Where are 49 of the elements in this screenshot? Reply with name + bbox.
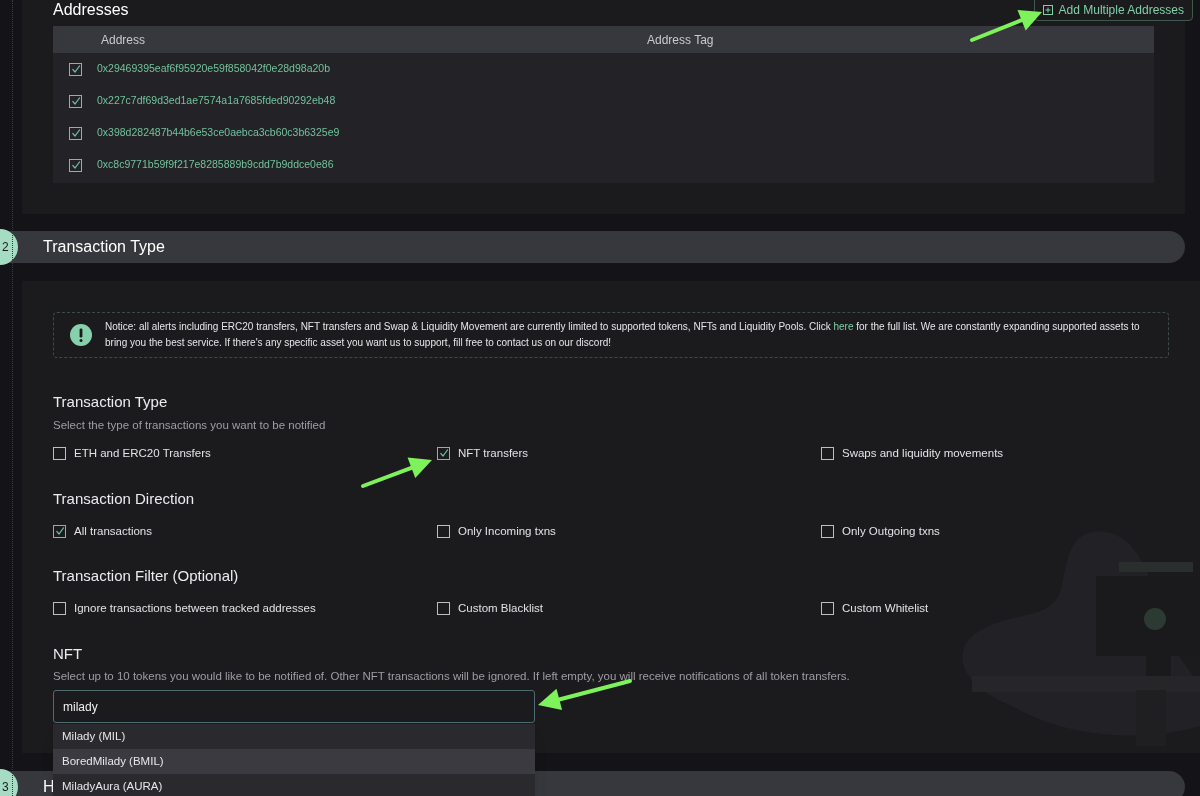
checkbox-label: Only Incoming txns <box>458 524 556 538</box>
hint-text: Select the type of transactions you want to be notified <box>53 418 327 432</box>
checkbox[interactable] <box>437 524 450 538</box>
address-cell: 0x29469395eaf6f95920e59f858042f0e28d98a20b <box>97 61 330 77</box>
checkbox[interactable] <box>53 601 66 615</box>
checkbox[interactable] <box>437 446 450 460</box>
column-header: Address Tag <box>647 31 714 49</box>
search-field[interactable]: milady <box>53 690 535 723</box>
annotation-arrow <box>970 9 1042 42</box>
checkbox[interactable] <box>69 94 82 108</box>
checkbox[interactable] <box>437 601 450 615</box>
checkbox[interactable] <box>821 601 834 615</box>
checkbox[interactable] <box>53 524 66 538</box>
checkbox[interactable] <box>821 446 834 460</box>
group-heading: Transaction Type <box>53 393 169 411</box>
dropdown-item[interactable]: MiladyAura (AURA) <box>53 774 535 796</box>
group-heading: NFT <box>53 645 84 663</box>
checkbox[interactable] <box>69 158 82 172</box>
section-title: H <box>43 777 55 796</box>
checkbox-label: Ignore transactions between tracked addresses <box>74 601 316 615</box>
dropdown-item[interactable]: Milady (MIL) <box>53 724 535 749</box>
checkbox-label: ETH and ERC20 Transfers <box>74 446 211 460</box>
column-header: Address <box>101 31 147 49</box>
section-title: Transaction Type <box>43 237 165 257</box>
annotation-arrow <box>361 457 432 488</box>
notice-text: Notice: all alerts including ERC20 transfers, NFT transfers and Swap & Liquidity Movement are currently limited to supported tokens, NFTs and Liquidity Pools. Click here for the full list. We are constantly expanding supported assets to bring you the best service. If there's any specific asset you want us to support, fill free to contact us on our discord! <box>105 320 1141 350</box>
checkbox[interactable] <box>69 126 82 140</box>
add-multiple-addresses-button[interactable]: Add Multiple Addresses <box>1033 0 1193 21</box>
checkbox-label: Only Outgoing txns <box>842 524 940 538</box>
section-title: Addresses <box>53 0 129 20</box>
checkbox-label: Swaps and liquidity movements <box>842 446 1004 460</box>
group-heading: Transaction Filter (Optional) <box>53 567 240 585</box>
checkbox-label: All transactions <box>74 524 152 538</box>
checkbox[interactable] <box>69 62 82 76</box>
address-cell: 0x227c7df69d3ed1ae7574a1a7685fded90292eb48 <box>97 93 336 109</box>
plus-icon <box>1042 5 1053 15</box>
dropdown-item[interactable]: BoredMilady (BMIL) <box>53 749 535 774</box>
checkbox-label: NFT transfers <box>458 446 529 460</box>
group-heading: Transaction Direction <box>53 490 196 508</box>
checkbox[interactable] <box>53 446 66 460</box>
section-header-bar[interactable]: 2 Transaction Type <box>0 231 1185 263</box>
address-cell: 0xc8c9771b59f9f217e8285889b9cdd7b9ddce0e86 <box>97 157 334 173</box>
hint-text: Select up to 10 tokens you would like to be notified of. Other NFT transactions will be ignored. If left empty, you will receive notifications of all token transfers. <box>53 669 851 683</box>
exclamation-icon <box>70 324 92 346</box>
address-cell: 0x398d282487b44b6e53ce0aebca3cb60c3b6325e9 <box>97 125 340 141</box>
link[interactable]: here <box>833 321 854 332</box>
checkbox-label: Custom Blacklist <box>458 601 543 615</box>
checkbox[interactable] <box>821 524 834 538</box>
checkbox-label: Custom Whitelist <box>842 601 929 615</box>
